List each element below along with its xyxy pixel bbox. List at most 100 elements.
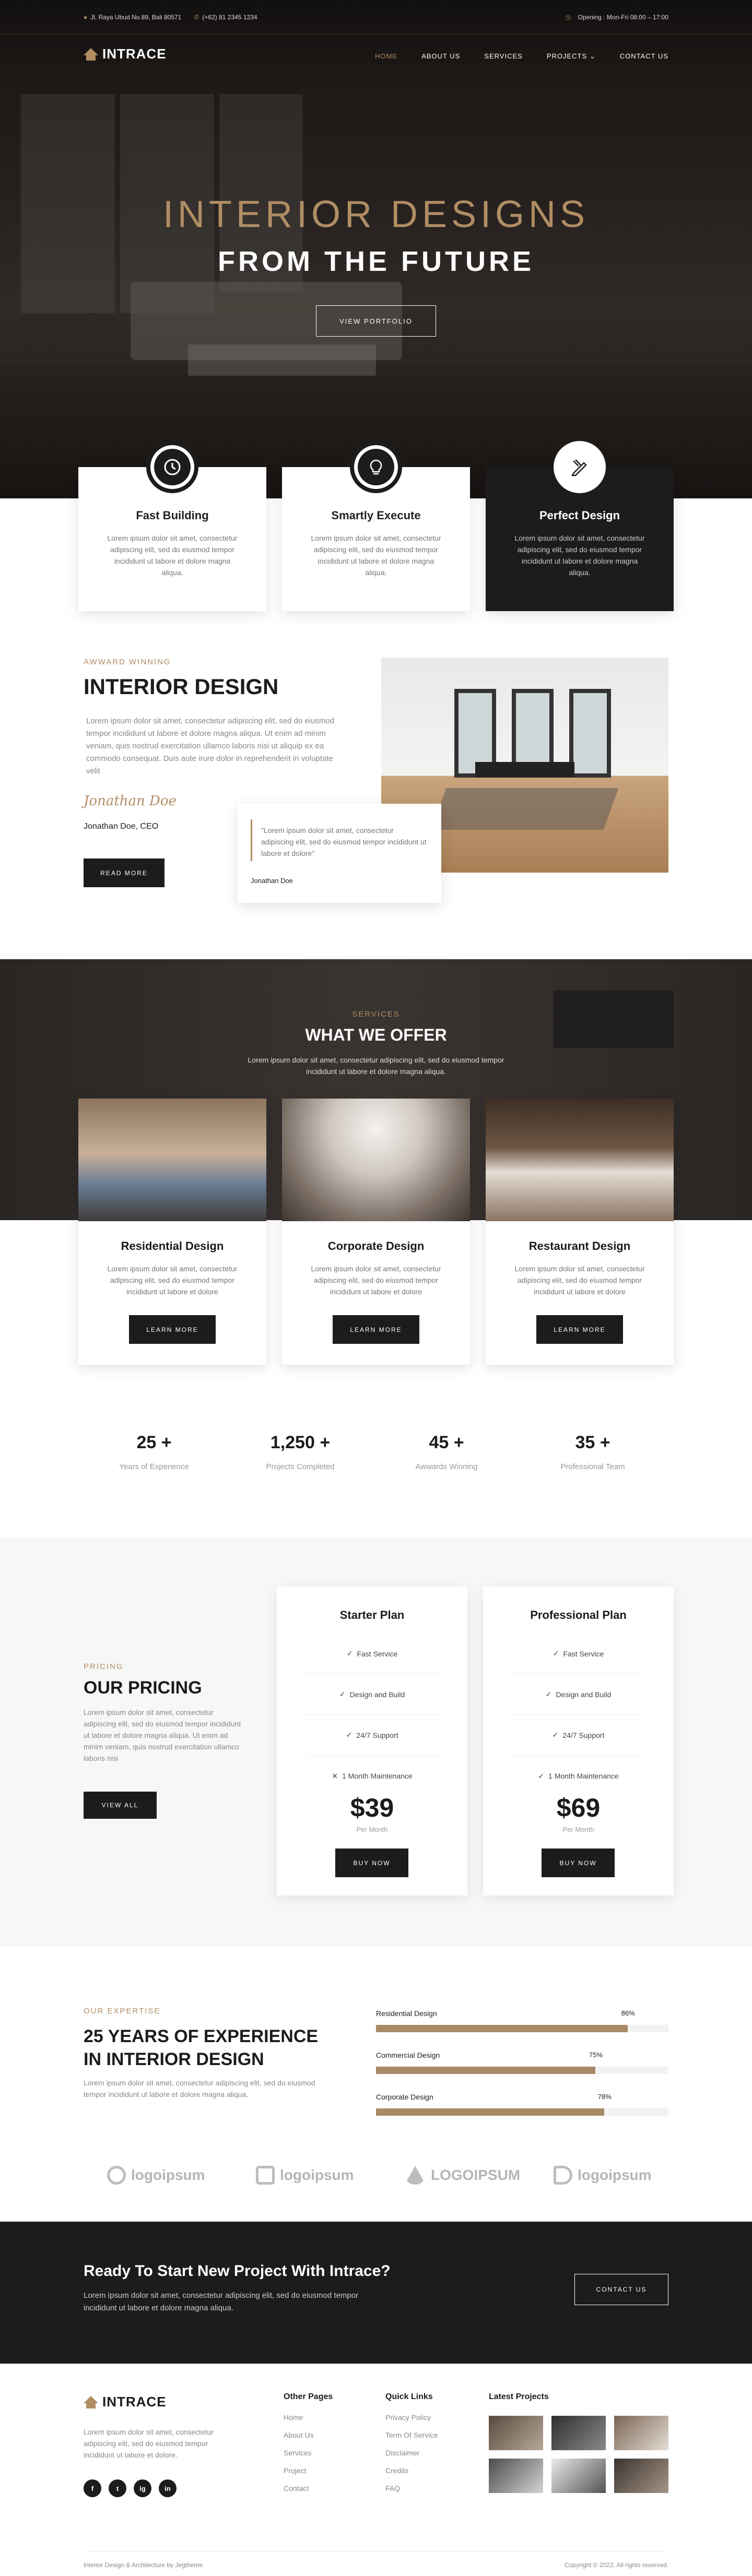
footer-logo[interactable]: INTRACE <box>84 2394 167 2410</box>
buy-now-button[interactable]: BUY NOW <box>542 1848 615 1877</box>
project-thumbnail[interactable] <box>551 2416 606 2450</box>
client-logo: logoipsum <box>554 2166 652 2185</box>
plan-feature: ✓ Fast Service <box>306 1633 439 1674</box>
project-thumbnails <box>489 2416 668 2493</box>
skill-fill <box>376 2067 595 2074</box>
service-card: Restaurant Design Lorem ipsum dolor sit … <box>486 1099 674 1365</box>
service-image <box>282 1099 470 1221</box>
service-title: Restaurant Design <box>528 1239 631 1253</box>
check-icon: ✓ <box>545 1690 552 1698</box>
twitter-icon[interactable]: t <box>109 2479 126 2497</box>
facebook-icon[interactable]: f <box>84 2479 101 2497</box>
check-icon: ✓ <box>553 1649 559 1657</box>
instagram-icon[interactable]: ig <box>134 2479 151 2497</box>
linkedin-icon[interactable]: in <box>159 2479 177 2497</box>
footer-link-privacy[interactable]: Privacy Policy <box>385 2413 438 2422</box>
footer-link-project[interactable]: Project <box>284 2466 333 2475</box>
pricing-plan: Professional Plan ✓ Fast Service ✓ Design … <box>483 1587 674 1895</box>
ceo-name: Jonathan Doe, CEO <box>84 822 159 831</box>
signature: Jonathan Doe <box>84 793 177 809</box>
nav-item-about[interactable]: ABOUT US <box>421 52 460 61</box>
client-logo: logoipsum <box>107 2166 205 2185</box>
check-icon: ✓ <box>346 1649 353 1657</box>
nav-item-services[interactable]: SERVICES <box>484 52 523 61</box>
social-links: f t ig in <box>84 2479 177 2497</box>
footer-link-disclaimer[interactable]: Disclaimer <box>385 2449 438 2457</box>
section-tag: SERVICES <box>352 1010 400 1019</box>
section-title: WHAT WE OFFER <box>305 1025 447 1044</box>
footer-link-home[interactable]: Home <box>284 2413 333 2422</box>
feature-text: Lorem ipsum dolor sit amet, consectetur … <box>311 534 441 577</box>
project-thumbnail[interactable] <box>614 2459 668 2493</box>
phone[interactable]: ✆ (+62) 81 2345 1234 <box>194 14 257 21</box>
service-card: Residential Design Lorem ipsum dolor sit… <box>78 1099 266 1365</box>
section-title: INTERIOR DESIGN <box>84 674 279 699</box>
skill-bar: Corporate Design 78% <box>376 2093 668 2116</box>
testimonial-author: Jonathan Doe <box>251 877 293 885</box>
project-thumbnail[interactable] <box>614 2416 668 2450</box>
feature-title: Perfect Design <box>539 509 620 522</box>
service-image <box>486 1099 674 1221</box>
footer-link-services[interactable]: Services <box>284 2449 333 2457</box>
footer-link-contact[interactable]: Contact <box>284 2484 333 2492</box>
plan-feature: ✓ Design and Build <box>512 1674 645 1715</box>
buy-now-button[interactable]: BUY NOW <box>335 1848 408 1877</box>
service-image <box>78 1099 266 1221</box>
feature-card: Fast Building Lorem ipsum dolor sit amet… <box>78 441 266 611</box>
stat-item: 45 + Awwards Winning <box>376 1433 517 1471</box>
hero-title: INTERIOR DESIGNS <box>162 194 590 235</box>
plan-feature: ✕ 1 Month Maintenance <box>332 1771 413 1781</box>
project-thumbnail[interactable] <box>489 2416 543 2450</box>
learn-more-button[interactable]: LEARN MORE <box>333 1315 419 1344</box>
logo-icon <box>84 2395 98 2408</box>
view-portfolio-button[interactable]: VIEW PORTFOLIO <box>316 305 436 337</box>
section-tag: AWWARD WINNING <box>84 658 171 666</box>
learn-more-button[interactable]: LEARN MORE <box>129 1315 216 1344</box>
learn-more-button[interactable]: LEARN MORE <box>536 1315 623 1344</box>
plan-feature: ✓ 1 Month Maintenance <box>538 1771 619 1781</box>
project-thumbnail[interactable] <box>489 2459 543 2493</box>
location-icon: ● <box>84 14 88 21</box>
pricing-plan: Starter Plan ✓ Fast Service ✓ Design and B… <box>277 1587 467 1895</box>
plan-feature: ✓ 24/7 Support <box>306 1715 439 1756</box>
read-more-button[interactable]: READ MORE <box>84 858 164 887</box>
service-title: Corporate Design <box>327 1239 425 1253</box>
stat-value: 25 + <box>136 1433 172 1452</box>
footer: INTRACE Lorem ipsum dolor sit amet, cons… <box>0 2364 752 2576</box>
footer-link-credits[interactable]: Credits <box>385 2466 438 2475</box>
footer-latest-projects: Latest Projects <box>489 2392 549 2401</box>
logo-triangle-icon <box>405 2166 426 2185</box>
feature-text: Lorem ipsum dolor sit amet, consectetur … <box>514 534 645 577</box>
logo-d-icon <box>554 2166 572 2185</box>
service-title: Residential Design <box>121 1239 224 1253</box>
lightbulb-icon <box>358 449 394 485</box>
footer-text: Lorem ipsum dolor sit amet, consectetur … <box>84 2428 214 2459</box>
clock-icon: ◷ <box>565 14 571 21</box>
view-all-button[interactable]: VIEW ALL <box>84 1792 157 1819</box>
feature-card: Smartly Execute Lorem ipsum dolor sit am… <box>282 441 470 611</box>
skill-label: Corporate Design <box>376 2093 433 2101</box>
section-text: Lorem ipsum dolor sit amet, consectetur … <box>248 1056 504 1076</box>
nav-menu: HOME ABOUT US SERVICES PROJECTS ⌄ CONTAC… <box>375 52 668 61</box>
feature-title: Smartly Execute <box>331 509 421 522</box>
footer-link-terms[interactable]: Term Of Service <box>385 2431 438 2439</box>
stat-label: Projects Completed <box>266 1462 335 1471</box>
nav-item-projects[interactable]: PROJECTS ⌄ <box>547 52 596 61</box>
contact-us-button[interactable]: CONTACT US <box>574 2274 668 2305</box>
hero-section: ● Jl. Raya Ubud No.89, Bali 80571 ✆ (+62) … <box>0 0 752 498</box>
nav-item-contact[interactable]: CONTACT US <box>620 52 668 61</box>
section-title: 25 YEARS OF EXPERIENCE IN INTERIOR DESIG… <box>84 2026 319 2069</box>
check-icon: ✓ <box>346 1731 352 1739</box>
footer-link-faq[interactable]: FAQ <box>385 2484 438 2492</box>
footer-link-about[interactable]: About Us <box>284 2431 333 2439</box>
logo-square-icon <box>256 2166 275 2185</box>
project-thumbnail[interactable] <box>551 2459 606 2493</box>
skill-fill <box>376 2025 628 2032</box>
logo[interactable]: INTRACE <box>84 46 167 62</box>
hero-subtitle: FROM THE FUTURE <box>218 246 534 277</box>
opening-hours: Opening : Mon-Fri 08:00 – 17:00 <box>578 14 668 21</box>
clock-icon <box>154 449 191 485</box>
cta-title: Ready To Start New Project With Intrace? <box>84 2262 391 2280</box>
stat-value: 35 + <box>575 1433 610 1452</box>
nav-item-home[interactable]: HOME <box>375 52 397 61</box>
